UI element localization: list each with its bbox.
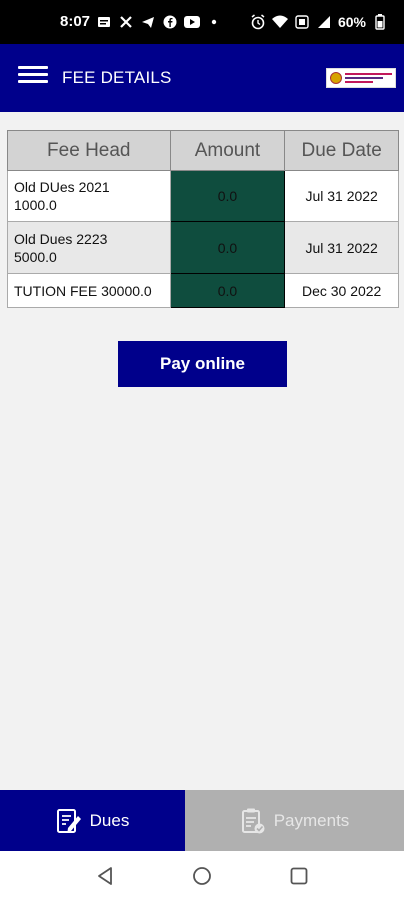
fee-head-name: TUTION FEE 30000.0 (14, 282, 152, 299)
status-bar: 8:07 60% (0, 0, 404, 44)
fee-head-cell: Old Dues 2223 5000.0 (7, 221, 171, 274)
fee-head-amount: 5000.0 (14, 248, 57, 265)
tab-payments[interactable]: Payments (185, 790, 404, 851)
due-date-cell: Dec 30 2022 (284, 273, 399, 308)
battery-percent: 60% (337, 14, 366, 30)
volte-icon (294, 14, 310, 30)
column-header-due-date: Due Date (284, 130, 399, 171)
tab-dues-label: Dues (89, 810, 130, 830)
column-header-fee-head: Fee Head (7, 130, 171, 171)
table-row: Old DUes 2021 1000.0 0.0 Jul 31 2022 (7, 170, 399, 222)
signal-icon (316, 14, 332, 30)
recents-icon[interactable] (288, 865, 310, 887)
amount-cell[interactable]: 0.0 (169, 273, 286, 308)
tab-payments-label: Payments (273, 810, 350, 830)
notification-icons (96, 0, 222, 44)
amount-cell[interactable]: 0.0 (169, 221, 286, 274)
missed-call-icon (118, 14, 134, 30)
telegram-icon (140, 14, 156, 30)
column-header-amount: Amount (169, 130, 286, 171)
fee-head-cell: Old DUes 2021 1000.0 (7, 170, 171, 222)
home-icon[interactable] (191, 865, 213, 887)
clipboard-check-icon (240, 807, 266, 835)
system-navigation-bar (0, 851, 404, 900)
system-status-icons: 60% (250, 0, 388, 44)
table-row: TUTION FEE 30000.0 0.0 Dec 30 2022 (7, 273, 399, 308)
tab-dues[interactable]: Dues (0, 790, 185, 851)
amount-cell[interactable]: 0.0 (169, 170, 286, 222)
dot-icon (206, 14, 222, 30)
bottom-tab-bar: Dues Payments (0, 790, 404, 851)
pay-online-button[interactable]: Pay online (118, 341, 287, 387)
fee-head-amount: 1000.0 (14, 197, 57, 213)
status-time: 8:07 (60, 13, 91, 30)
due-date-cell: Jul 31 2022 (284, 221, 399, 274)
app-bar: FEE DETAILS (0, 44, 404, 112)
alarm-icon (250, 14, 266, 30)
table-row: Old Dues 2223 5000.0 0.0 Jul 31 2022 (7, 221, 399, 274)
wifi-icon (271, 14, 288, 30)
fee-head-name: Old DUes 2021 (14, 179, 110, 195)
facebook-icon (162, 14, 178, 30)
table-header-row: Fee Head Amount Due Date (7, 130, 399, 171)
fee-table: Fee Head Amount Due Date Old DUes 2021 1… (7, 130, 399, 308)
fee-head-name: Old Dues 2223 (14, 230, 108, 247)
message-icon (96, 14, 112, 30)
back-icon[interactable] (94, 865, 116, 887)
battery-icon (372, 14, 388, 30)
edit-document-icon (56, 807, 82, 835)
school-logo (326, 68, 396, 88)
fee-head-cell: TUTION FEE 30000.0 (7, 273, 171, 308)
menu-icon[interactable] (18, 66, 48, 90)
page-title: FEE DETAILS (62, 68, 172, 87)
youtube-icon (184, 14, 200, 30)
due-date-cell: Jul 31 2022 (284, 170, 399, 222)
